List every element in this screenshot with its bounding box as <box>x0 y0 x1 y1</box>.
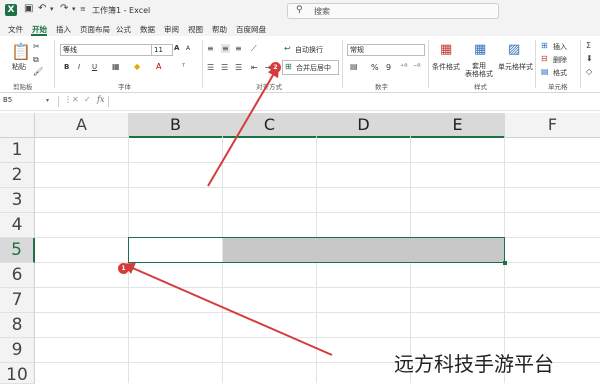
watermark-text: 远方科技手游平台 <box>394 352 554 376</box>
arrow-to-merge-button <box>207 64 280 187</box>
annotation-badge-1: 1 <box>118 263 129 274</box>
annotation-arrows <box>122 64 333 356</box>
annotation-badge-2: 2 <box>270 62 281 73</box>
arrow-to-row-5 <box>122 262 333 356</box>
